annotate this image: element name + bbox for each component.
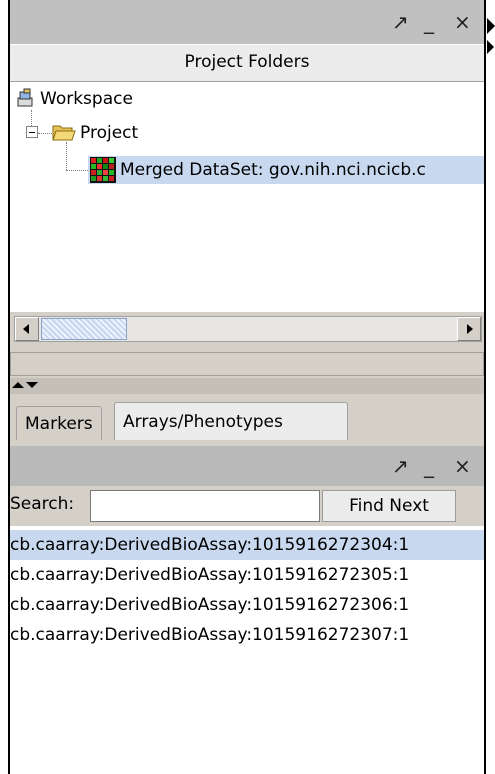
left-margin bbox=[0, 0, 8, 774]
arrays-panel-titlebar: ↗ _ × bbox=[10, 446, 484, 486]
right-border bbox=[484, 0, 486, 774]
search-label: Search: bbox=[10, 494, 75, 514]
right-margin bbox=[486, 0, 495, 774]
search-input[interactable] bbox=[90, 490, 320, 522]
close-icon[interactable]: × bbox=[454, 454, 471, 478]
arrow-left-icon bbox=[23, 324, 29, 334]
project-tree: Workspace Project Merged DataSet: gov.ni… bbox=[10, 82, 484, 312]
find-next-button[interactable]: Find Next bbox=[322, 490, 456, 522]
tab-strip: Markers Arrays/Phenotypes bbox=[10, 394, 484, 444]
minimize-icon[interactable]: _ bbox=[424, 10, 434, 34]
collapse-arrow-icon[interactable] bbox=[487, 18, 495, 34]
tree-item-dataset[interactable]: Merged DataSet: gov.nih.nci.ncicb.c bbox=[88, 156, 484, 184]
heatmap-icon bbox=[90, 157, 116, 183]
tree-item-workspace[interactable]: Workspace bbox=[40, 85, 133, 113]
maximize-icon[interactable]: ↗ bbox=[392, 454, 409, 478]
tree-connector bbox=[66, 170, 88, 171]
array-list: cb.caarray:DerivedBioAssay:1015916272304… bbox=[10, 526, 484, 774]
tree-item-project[interactable]: Project bbox=[80, 119, 138, 147]
tab-arrays-phenotypes[interactable]: Arrays/Phenotypes bbox=[114, 402, 348, 440]
minimize-icon[interactable]: _ bbox=[424, 454, 434, 478]
list-item[interactable]: cb.caarray:DerivedBioAssay:1015916272307… bbox=[10, 620, 484, 650]
tree-connector bbox=[66, 142, 67, 170]
arrow-right-icon bbox=[467, 324, 473, 334]
search-row: Search: Find Next bbox=[10, 488, 484, 524]
project-panel-titlebar: ↗ _ × bbox=[10, 0, 484, 44]
maximize-icon[interactable]: ↗ bbox=[392, 10, 409, 34]
tab-markers[interactable]: Markers bbox=[16, 406, 102, 440]
split-divider[interactable] bbox=[10, 378, 484, 394]
list-item[interactable]: cb.caarray:DerivedBioAssay:1015916272306… bbox=[10, 590, 484, 620]
folder-open-icon bbox=[52, 122, 76, 142]
project-folders-header[interactable]: Project Folders bbox=[10, 44, 484, 82]
workspace-icon bbox=[16, 88, 36, 108]
status-bar bbox=[10, 352, 484, 376]
horizontal-scrollbar[interactable] bbox=[14, 316, 482, 342]
list-item[interactable]: cb.caarray:DerivedBioAssay:1015916272304… bbox=[10, 530, 484, 560]
list-item[interactable]: cb.caarray:DerivedBioAssay:1015916272305… bbox=[10, 560, 484, 590]
dataset-label: Merged DataSet: gov.nih.nci.ncicb.c bbox=[120, 160, 426, 180]
collapse-toggle-icon[interactable] bbox=[26, 126, 38, 138]
expand-arrow-icon[interactable] bbox=[487, 40, 494, 54]
scroll-left-button[interactable] bbox=[15, 317, 39, 341]
scroll-right-button[interactable] bbox=[457, 317, 481, 341]
close-icon[interactable]: × bbox=[454, 10, 471, 34]
tree-connector bbox=[38, 133, 52, 134]
split-arrows-icon[interactable] bbox=[10, 378, 50, 394]
scrollbar-thumb[interactable] bbox=[41, 318, 127, 340]
